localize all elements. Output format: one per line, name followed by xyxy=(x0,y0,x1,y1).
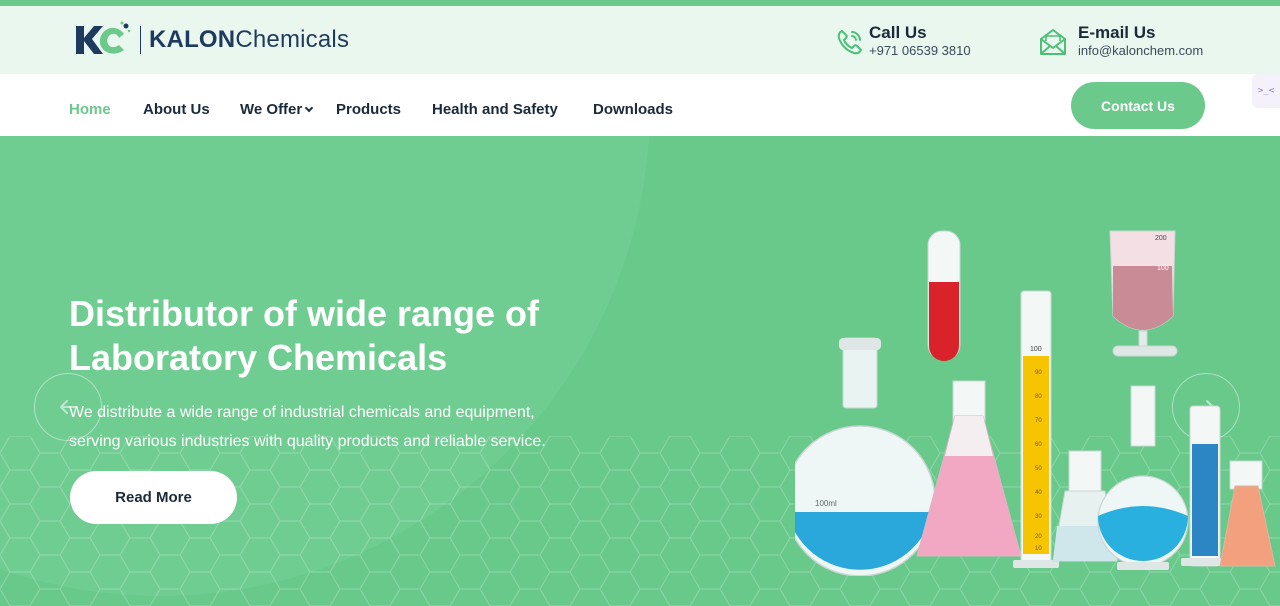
cylinder-top-label: 100 xyxy=(1030,346,1042,353)
flask-volume-label: 100ml xyxy=(815,499,837,508)
nav-item-health-and-safety[interactable]: Health and Safety xyxy=(432,101,558,118)
email-us-address[interactable]: info@kalonchem.com xyxy=(1078,43,1203,59)
hero-title: Distributor of wide range of Laboratory … xyxy=(69,292,629,380)
hero-subtitle: We distribute a wide range of industrial… xyxy=(69,398,589,456)
round-flask: 100ml xyxy=(795,337,936,576)
cylinder-tick-20: 20 xyxy=(1035,534,1042,540)
carousel-prev-button[interactable] xyxy=(34,373,102,441)
cylinder-tick-50: 50 xyxy=(1035,466,1042,472)
cylinder-tick-10: 10 xyxy=(1035,546,1042,552)
nav-item-we-offer[interactable]: We Offer xyxy=(240,101,314,118)
nav-item-products[interactable]: Products xyxy=(336,101,401,118)
hero-title-line-2: Laboratory Chemicals xyxy=(69,337,448,378)
logo-wordmark-light: Chemicals xyxy=(235,26,350,53)
hero-subtitle-line-1: We distribute a wide range of industrial… xyxy=(69,404,535,421)
mail-icon xyxy=(1040,29,1066,55)
cylinder-tick-30: 30 xyxy=(1035,514,1042,520)
cylinder-tick-70: 70 xyxy=(1035,418,1042,424)
email-us-block[interactable]: E-mail Us info@kalonchem.com xyxy=(1038,23,1203,59)
read-more-button[interactable]: Read More xyxy=(70,471,237,524)
cylinder-tick-40: 40 xyxy=(1035,490,1042,496)
brand-logo[interactable]: KALONChemicals xyxy=(72,20,349,60)
funnel-label-100: 100 xyxy=(1157,265,1169,272)
separatory-funnel: 200 100 xyxy=(1097,230,1189,570)
cylinder-tick-80: 80 xyxy=(1035,394,1042,400)
yellow-cylinder: 100 90 80 70 60 50 40 30 20 10 xyxy=(1013,290,1059,568)
nav-item-home[interactable]: Home xyxy=(69,101,111,118)
cylinder-tick-90: 90 xyxy=(1035,370,1042,376)
nav-item-about-us[interactable]: About Us xyxy=(143,101,210,118)
contact-us-button[interactable]: Contact Us xyxy=(1071,82,1205,129)
logo-wordmark: KALONChemicals xyxy=(149,26,349,54)
email-us-title: E-mail Us xyxy=(1078,23,1156,42)
chevron-down-icon xyxy=(304,103,314,113)
call-us-block[interactable]: Call Us +971 06539 3810 xyxy=(835,23,971,59)
laboratory-glassware-illustration: 100ml 100 90 80 70 60 50 40 30 20 10 200… xyxy=(795,230,1276,576)
blue-cylinder xyxy=(1181,405,1229,567)
logo-divider xyxy=(140,26,141,54)
side-widget-tab[interactable]: >_< xyxy=(1252,74,1280,108)
logo-monogram-icon xyxy=(76,21,131,54)
arrow-left-icon xyxy=(60,400,77,414)
logo-wordmark-bold: KALON xyxy=(149,26,236,53)
red-test-tube xyxy=(927,230,961,361)
funnel-label-200: 200 xyxy=(1155,235,1167,242)
call-us-title: Call Us xyxy=(869,23,927,42)
hero-subtitle-line-2: serving various industries with quality … xyxy=(69,433,546,450)
orange-flask xyxy=(1219,460,1276,567)
cylinder-tick-60: 60 xyxy=(1035,442,1042,448)
hero-banner: Distributor of wide range of Laboratory … xyxy=(0,136,1280,606)
phone-icon xyxy=(837,30,862,55)
nav-item-we-offer-label: We Offer xyxy=(240,101,303,118)
call-us-number[interactable]: +971 06539 3810 xyxy=(869,43,971,59)
top-header-bar: KALONChemicals Call Us +971 06539 3810 E… xyxy=(0,6,1280,74)
nav-item-downloads[interactable]: Downloads xyxy=(593,101,673,118)
hero-title-line-1: Distributor of wide range of xyxy=(69,293,540,334)
main-navigation: Home About Us We Offer Products Health a… xyxy=(0,74,1280,136)
pink-erlenmeyer xyxy=(916,380,1022,557)
